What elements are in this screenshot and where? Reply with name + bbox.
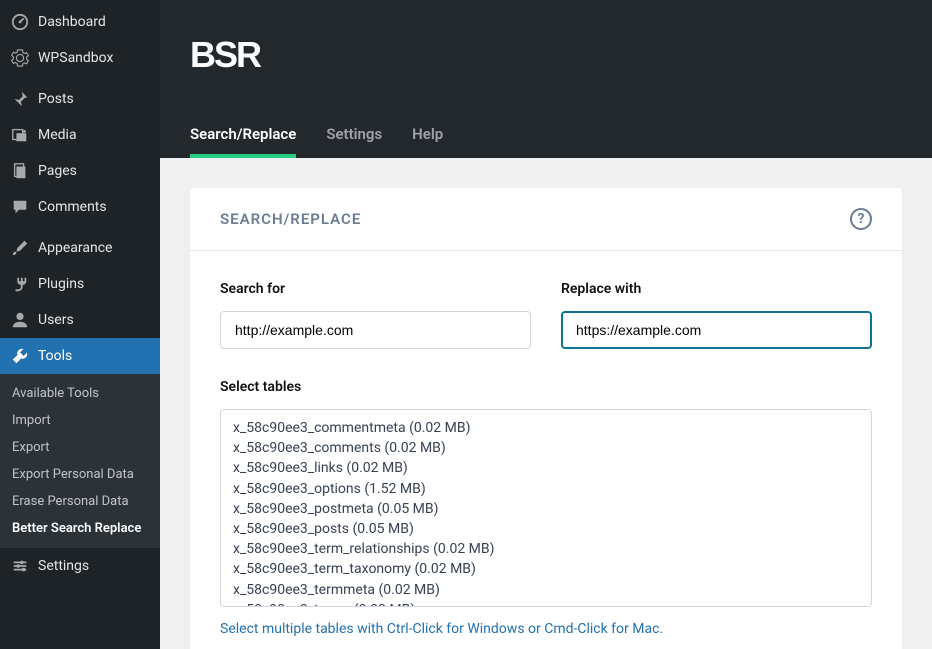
sidebar-subitem-export[interactable]: Export [0, 434, 160, 461]
sidebar-subitem-import[interactable]: Import [0, 407, 160, 434]
brand-logo: BSR [190, 34, 260, 76]
replace-field: Replace with [561, 281, 872, 349]
content: SEARCH/REPLACE ? Search for Replace with… [160, 158, 932, 649]
sidebar-item-posts[interactable]: Posts [0, 81, 160, 117]
table-option[interactable]: x_58c90ee3_term_taxonomy (0.02 MB) [221, 559, 871, 579]
tab-search-replace[interactable]: Search/Replace [190, 125, 296, 158]
sidebar-item-label: Dashboard [38, 14, 106, 30]
card-title: SEARCH/REPLACE [220, 210, 361, 228]
search-input[interactable] [220, 311, 531, 349]
table-option[interactable]: x_58c90ee3_links (0.02 MB) [221, 458, 871, 478]
admin-sidebar: Dashboard WPSandbox Posts Media Pages Comment… [0, 0, 160, 649]
sidebar-item-label: Posts [38, 91, 74, 107]
gear-icon [10, 48, 30, 68]
sidebar-item-users[interactable]: Users [0, 302, 160, 338]
pin-icon [10, 89, 30, 109]
replace-label: Replace with [561, 281, 872, 297]
comment-icon [10, 197, 30, 217]
inputs-row: Search for Replace with [220, 281, 872, 349]
card-body: Search for Replace with Select tables x_… [190, 251, 902, 649]
table-option[interactable]: x_58c90ee3_postmeta (0.05 MB) [221, 499, 871, 519]
sidebar-item-label: Appearance [38, 240, 112, 256]
table-option[interactable]: x_58c90ee3_comments (0.02 MB) [221, 438, 871, 458]
sidebar-subitem-available-tools[interactable]: Available Tools [0, 380, 160, 407]
table-option[interactable]: x_58c90ee3_posts (0.05 MB) [221, 519, 871, 539]
tabs: Search/Replace Settings Help [160, 110, 932, 158]
sidebar-subitem-erase-personal[interactable]: Erase Personal Data [0, 488, 160, 515]
sidebar-item-appearance[interactable]: Appearance [0, 230, 160, 266]
sidebar-item-dashboard[interactable]: Dashboard [0, 4, 160, 40]
main-area: BSR Search/Replace Settings Help SEARCH/RE… [160, 0, 932, 649]
tab-settings[interactable]: Settings [326, 125, 382, 158]
search-replace-card: SEARCH/REPLACE ? Search for Replace with… [190, 188, 902, 649]
table-option[interactable]: x_58c90ee3_terms (0.02 MB) [221, 600, 871, 607]
tables-help-text: Select multiple tables with Ctrl-Click f… [220, 621, 872, 637]
sidebar-item-pages[interactable]: Pages [0, 153, 160, 189]
pages-icon [10, 161, 30, 181]
media-icon [10, 125, 30, 145]
sidebar-item-label: Users [38, 312, 74, 328]
table-option[interactable]: x_58c90ee3_term_relationships (0.02 MB) [221, 539, 871, 559]
sidebar-item-label: Comments [38, 199, 107, 215]
sidebar-item-media[interactable]: Media [0, 117, 160, 153]
card-header: SEARCH/REPLACE ? [190, 188, 902, 251]
sidebar-item-label: WPSandbox [38, 50, 113, 66]
sidebar-subitem-export-personal[interactable]: Export Personal Data [0, 461, 160, 488]
sidebar-item-label: Media [38, 127, 77, 143]
sidebar-item-comments[interactable]: Comments [0, 189, 160, 225]
wrench-icon [10, 346, 30, 366]
sidebar-submenu-tools: Available ToolsImportExportExport Person… [0, 374, 160, 548]
search-label: Search for [220, 281, 531, 297]
dashboard-icon [10, 12, 30, 32]
table-option[interactable]: x_58c90ee3_termmeta (0.02 MB) [221, 580, 871, 600]
sidebar-item-tools[interactable]: Tools [0, 338, 160, 374]
sidebar-item-label: Plugins [38, 276, 84, 292]
brush-icon [10, 238, 30, 258]
plug-icon [10, 274, 30, 294]
tables-select[interactable]: x_58c90ee3_commentmeta (0.02 MB)x_58c90e… [220, 409, 872, 607]
tables-label: Select tables [220, 379, 872, 395]
help-icon[interactable]: ? [850, 208, 872, 230]
sidebar-item-settings[interactable]: Settings [0, 548, 160, 584]
sidebar-subitem-bsr[interactable]: Better Search Replace [0, 515, 160, 542]
sidebar-item-label: Pages [38, 163, 77, 179]
tab-help[interactable]: Help [412, 125, 443, 158]
table-option[interactable]: x_58c90ee3_commentmeta (0.02 MB) [221, 418, 871, 438]
search-field: Search for [220, 281, 531, 349]
brand-bar: BSR [160, 0, 932, 110]
table-option[interactable]: x_58c90ee3_options (1.52 MB) [221, 479, 871, 499]
replace-input[interactable] [561, 311, 872, 349]
sidebar-item-plugins[interactable]: Plugins [0, 266, 160, 302]
plugin-header: BSR Search/Replace Settings Help [160, 0, 932, 158]
sidebar-item-label: Settings [38, 558, 89, 574]
sliders-icon [10, 556, 30, 576]
tables-field: Select tables x_58c90ee3_commentmeta (0.… [220, 379, 872, 637]
sidebar-item-wpsandbox[interactable]: WPSandbox [0, 40, 160, 76]
user-icon [10, 310, 30, 330]
sidebar-item-label: Tools [38, 348, 72, 364]
